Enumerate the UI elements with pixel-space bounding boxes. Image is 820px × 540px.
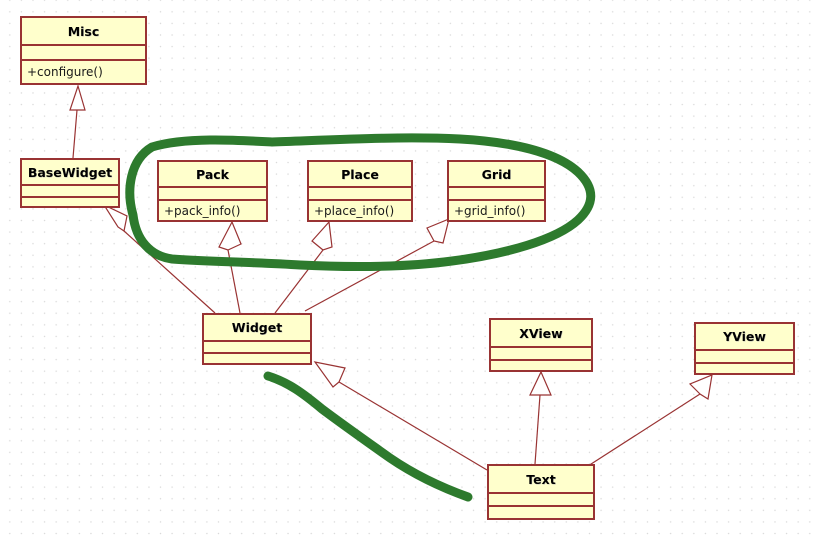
- edge-text-to-xview: [529, 370, 552, 465]
- edge-text-to-yview: [587, 374, 713, 467]
- class-name: BaseWidget: [22, 160, 118, 186]
- uml-class-text[interactable]: Text: [487, 464, 595, 520]
- class-operations: [491, 361, 591, 370]
- class-attributes: [309, 188, 411, 201]
- class-attributes: [449, 188, 544, 201]
- class-attributes: [22, 46, 145, 61]
- class-name: XView: [491, 320, 591, 348]
- edge-basewidget-to-misc: [69, 83, 86, 159]
- class-attributes: [491, 348, 591, 361]
- uml-class-pack[interactable]: Pack +pack_info(): [157, 160, 268, 222]
- edge-widget-to-pack: [218, 220, 242, 314]
- class-name: Grid: [449, 162, 544, 188]
- uml-class-place[interactable]: Place +place_info(): [307, 160, 413, 222]
- uml-class-yview[interactable]: YView: [694, 322, 795, 375]
- uml-class-grid[interactable]: Grid +grid_info(): [447, 160, 546, 222]
- class-name: Widget: [204, 315, 310, 342]
- class-operations: [489, 507, 593, 518]
- class-name: Pack: [159, 162, 266, 188]
- class-attributes: [204, 342, 310, 354]
- class-attributes: [159, 188, 266, 201]
- uml-class-xview[interactable]: XView: [489, 318, 593, 372]
- class-attributes: [22, 186, 118, 198]
- class-operations: +grid_info(): [454, 203, 526, 218]
- class-attributes: [489, 494, 593, 507]
- class-name: Misc: [22, 18, 145, 46]
- edge-text-to-widget: [313, 361, 488, 471]
- class-operations: +configure(): [27, 65, 103, 79]
- class-attributes: [696, 351, 793, 364]
- uml-class-basewidget[interactable]: BaseWidget: [20, 158, 120, 208]
- diagram-canvas: Misc +configure() BaseWidget Pack +pack_…: [0, 0, 820, 540]
- class-operations: +place_info(): [314, 203, 395, 218]
- class-name: Text: [489, 466, 593, 494]
- class-name: Place: [309, 162, 411, 188]
- class-name: YView: [696, 324, 793, 351]
- class-operations: [22, 198, 118, 206]
- class-operations: [696, 364, 793, 373]
- edge-widget-to-place: [274, 220, 333, 314]
- uml-class-misc[interactable]: Misc +configure(): [20, 16, 147, 85]
- class-operations: [204, 354, 310, 363]
- uml-class-widget[interactable]: Widget: [202, 313, 312, 365]
- class-operations: +pack_info(): [164, 203, 241, 218]
